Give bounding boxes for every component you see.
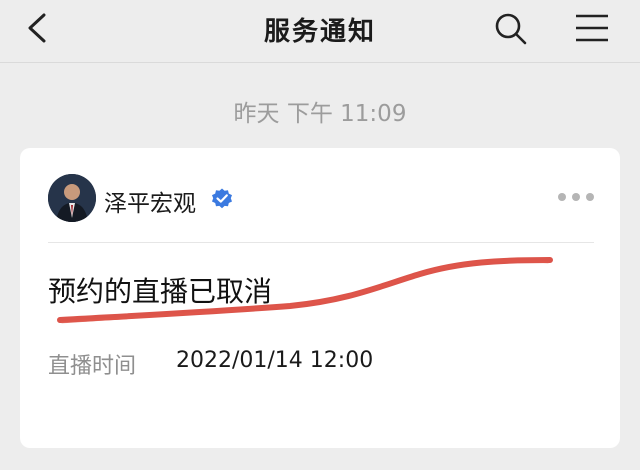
notice-title: 预约的直播已取消 bbox=[48, 275, 273, 308]
search-icon[interactable] bbox=[494, 12, 528, 46]
verified-badge-icon bbox=[212, 188, 232, 209]
field-value-live-time: 2022/01/14 12:00 bbox=[176, 348, 374, 373]
nav-divider bbox=[0, 62, 640, 63]
card-divider bbox=[48, 242, 594, 243]
message-timestamp: 昨天 下午 11:09 bbox=[233, 101, 407, 127]
account-name[interactable]: 泽平宏观 bbox=[104, 184, 196, 218]
avatar[interactable] bbox=[48, 174, 96, 222]
page-title: 服务通知 bbox=[263, 17, 376, 47]
avatar-image bbox=[48, 174, 96, 222]
navigation-bar: 服务通知 bbox=[0, 0, 640, 62]
field-label-live-time: 直播时间 bbox=[48, 354, 137, 379]
menu-icon[interactable] bbox=[574, 12, 610, 44]
more-icon[interactable] bbox=[556, 190, 596, 204]
notification-card[interactable]: 泽平宏观 预约的直播已取消 直播时间 2022/01/14 12:00 bbox=[20, 148, 620, 448]
